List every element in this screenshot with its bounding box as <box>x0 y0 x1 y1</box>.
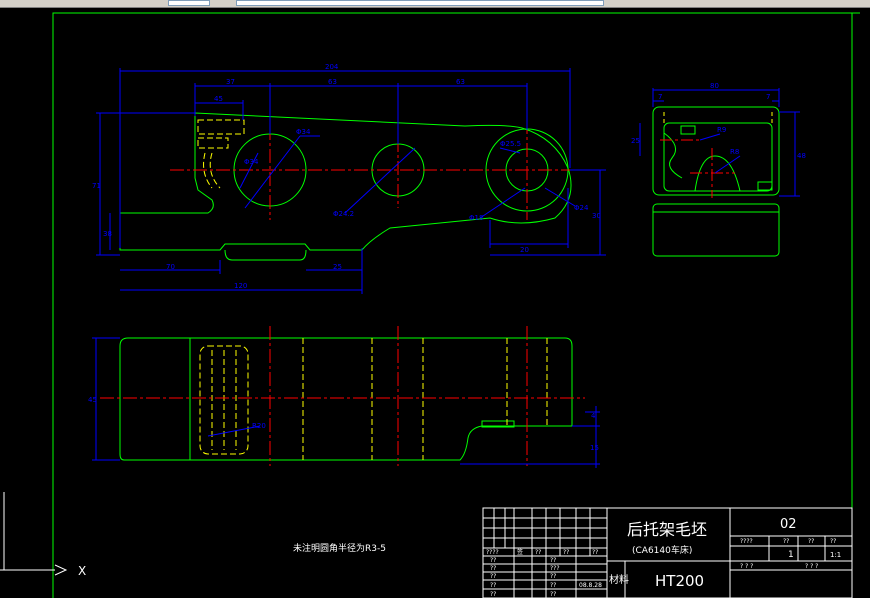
svg-text:??: ?? <box>550 591 556 598</box>
side-dim-height-total: 48 <box>797 152 806 160</box>
top-view-centerlines <box>170 120 580 220</box>
title-scale: 1:1 <box>830 551 841 559</box>
side-dim-left-small: 7 <box>658 93 662 101</box>
svg-text:??: ?? <box>550 557 556 564</box>
dim-seg2: 63 <box>328 78 337 86</box>
toolbar-combo[interactable] <box>168 0 210 6</box>
dim-height-total: 71 <box>92 182 101 190</box>
dim-seg1: 37 <box>226 78 235 86</box>
svg-text:??: ?? <box>550 582 556 589</box>
front-dim-bottom: 15 <box>590 444 599 452</box>
side-dim-right-small: 7 <box>766 93 770 101</box>
title-part-name: 后托架毛坯 <box>627 520 707 539</box>
svg-text:??: ?? <box>563 549 569 556</box>
title-quantity: 1 <box>788 550 794 560</box>
svg-text:??: ?? <box>535 549 541 556</box>
bottom-slot <box>224 249 307 261</box>
svg-text:??: ?? <box>592 549 598 556</box>
cad-canvas[interactable]: 204 37 63 63 45 71 38 30 20 Φ34 Φ34 Φ24.… <box>0 8 870 598</box>
dim-overall: 204 <box>325 63 339 71</box>
side-dim-r1: R9 <box>717 126 726 134</box>
side-view-dim-text: 80 7 7 25 48 R9 R8 <box>631 82 806 160</box>
front-view-centerlines <box>100 326 585 466</box>
front-view-dimensions <box>92 337 600 468</box>
dim-hole-d3: Φ24.2 <box>333 210 354 218</box>
svg-text:???: ??? <box>550 565 560 572</box>
side-view <box>652 106 780 257</box>
front-view <box>119 337 573 461</box>
svg-text:??: ?? <box>490 557 496 564</box>
dim-left-step: 45 <box>214 95 223 103</box>
top-view-dim-text: 204 37 63 63 45 71 38 30 20 Φ34 Φ34 Φ24.… <box>92 63 601 290</box>
sheet-text-1: ? ? ? <box>740 563 753 570</box>
title-material: HT200 <box>655 572 704 590</box>
title-drawing-number: 02 <box>780 517 797 532</box>
svg-text:??: ?? <box>490 591 496 598</box>
side-dim-width: 80 <box>710 82 719 90</box>
svg-text:??: ?? <box>783 538 789 545</box>
title-date: 08.8.28 <box>579 582 602 589</box>
svg-text:????: ???? <box>740 538 753 545</box>
top-view-hidden <box>197 119 245 189</box>
front-view-dim-text: 45 4 15 R20 <box>88 396 599 452</box>
dim-hole-d5: Φ24 <box>574 204 589 212</box>
front-dim-small-step: 4 <box>591 412 596 420</box>
toolbar-strip <box>0 0 870 8</box>
dim-bottom-total: 120 <box>234 282 247 290</box>
top-view-outline <box>119 112 572 251</box>
dim-hole-d1: Φ34 <box>296 128 311 136</box>
side-dim-height-upper: 25 <box>631 137 640 145</box>
toolbar-layer-combo[interactable] <box>236 0 604 6</box>
dim-right-width: 20 <box>520 246 529 254</box>
top-view <box>119 112 572 261</box>
svg-text:??: ?? <box>490 565 496 572</box>
outer-frame <box>52 12 853 598</box>
dim-hole-d4: Φ25.5 <box>500 140 521 148</box>
dim-seg3: 63 <box>456 78 465 86</box>
dim-bottom-slot: 25 <box>333 263 342 271</box>
ucs-x-label: X <box>78 564 86 578</box>
side-dim-r2: R8 <box>730 148 739 156</box>
dim-hole-d2: Φ34 <box>244 158 259 166</box>
svg-text:????: ???? <box>486 549 499 556</box>
svg-text:??: ?? <box>808 538 814 545</box>
side-view-hidden <box>663 112 773 123</box>
svg-text:签: 签 <box>517 548 523 556</box>
svg-text:??: ?? <box>490 573 496 580</box>
general-note: 未注明圆角半径为R3-5 <box>293 542 386 554</box>
top-view-dimensions <box>96 68 606 294</box>
svg-text:??: ?? <box>550 573 556 580</box>
front-radius-note: R20 <box>252 422 266 430</box>
sheet-text-2: ? ? ? <box>805 563 818 570</box>
front-dim-height: 45 <box>88 396 97 404</box>
svg-text:??: ?? <box>830 538 836 545</box>
svg-text:??: ?? <box>490 582 496 589</box>
front-view-hidden <box>199 338 548 460</box>
dim-r-small: Φ18 <box>469 214 483 222</box>
title-machine: (CA6140车床) <box>632 544 692 556</box>
dim-bottom-left: 70 <box>166 263 175 271</box>
dim-right-height: 30 <box>592 212 601 220</box>
dim-height-left: 38 <box>103 230 112 238</box>
ucs-icon <box>0 492 68 576</box>
title-material-label: 材料 <box>609 573 629 586</box>
